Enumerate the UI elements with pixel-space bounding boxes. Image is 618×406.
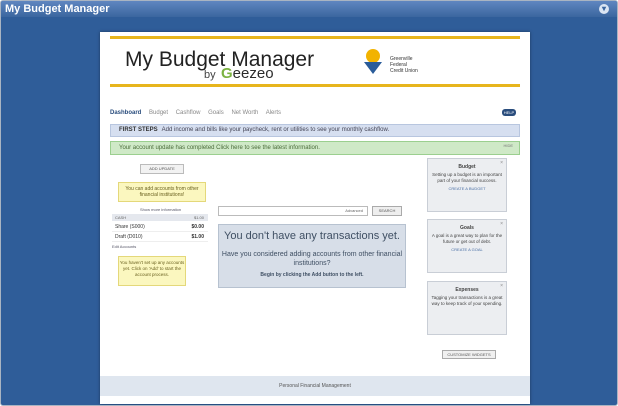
logo-by: by — [204, 69, 216, 81]
account-amount: $1.00 — [191, 234, 204, 240]
first-steps-banner: FIRST STEPS Add income and bills like you… — [110, 124, 520, 137]
header-accent-line — [110, 36, 520, 39]
account-row[interactable]: Share (S000) $0.00 — [112, 222, 208, 232]
window-titlebar: My Budget Manager ▾ — [1, 1, 617, 17]
brand-logo: Geezeo — [221, 65, 274, 82]
hide-banner-link[interactable]: HIDE — [503, 140, 513, 152]
widget-desc: Setting up a budget is an important part… — [432, 172, 502, 183]
update-banner[interactable]: Your account update has completed Click … — [110, 141, 520, 155]
page-header: My Budget Manager by Geezeo Greenville F… — [100, 32, 530, 92]
account-name[interactable]: Draft (D010) — [115, 234, 143, 240]
window-content: My Budget Manager by Geezeo Greenville F… — [5, 17, 613, 404]
credit-union-logo-icon — [364, 49, 382, 74]
widget-title: Expenses — [455, 287, 479, 293]
account-name[interactable]: Share (S000) — [115, 224, 145, 230]
widget-desc: Tagging your transactions is a great way… — [431, 295, 503, 306]
expenses-widget: × Expenses Tagging your transactions is … — [427, 281, 507, 335]
nav-dashboard[interactable]: Dashboard — [110, 110, 141, 116]
goals-widget: × Goals A goal is a great way to plan fo… — [427, 219, 507, 273]
create-goal-link[interactable]: CREATE A GOAL — [428, 247, 506, 252]
empty-hint: Begin by clicking the Add button to the … — [260, 272, 364, 278]
nav-cashflow[interactable]: Cashflow — [176, 110, 201, 116]
create-budget-link[interactable]: CREATE A BUDGET — [428, 186, 506, 191]
transaction-search-input[interactable]: Advanced — [218, 206, 368, 216]
empty-transactions-panel: You don't have any transactions yet. Hav… — [218, 224, 406, 288]
advanced-search-link[interactable]: Advanced — [345, 208, 363, 213]
credit-union-name: Greenville Federal Credit Union — [390, 56, 418, 74]
first-steps-text: Add income and bills like your paycheck,… — [161, 127, 390, 133]
widget-desc: A goal is a great way to plan for the fu… — [431, 233, 503, 244]
account-amount: $0.00 — [191, 224, 204, 230]
update-text[interactable]: Your account update has completed Click … — [119, 145, 320, 151]
edit-accounts-link[interactable]: Edit Accounts — [112, 244, 136, 249]
help-button[interactable]: HELP — [502, 109, 516, 116]
close-icon[interactable]: × — [500, 283, 503, 289]
app-window: My Budget Manager ▾ My Budget Manager by… — [0, 0, 618, 406]
first-steps-label: FIRST STEPS — [119, 127, 158, 133]
main-nav: Dashboard Budget Cashflow Goals Net Wort… — [110, 110, 287, 116]
show-more-link[interactable]: Show more information — [140, 207, 181, 212]
account-row[interactable]: Draft (D010) $1.00 — [112, 232, 208, 242]
nav-net-worth[interactable]: Net Worth — [231, 110, 258, 116]
empty-question: Have you considered adding accounts from… — [221, 251, 403, 267]
budget-widget: × Budget Setting up a budget is an impor… — [427, 158, 507, 212]
app-logo-title: My Budget Manager — [125, 48, 315, 71]
budget-page: My Budget Manager by Geezeo Greenville F… — [100, 32, 530, 404]
empty-title: You don't have any transactions yet. — [224, 230, 400, 242]
nav-goals[interactable]: Goals — [208, 110, 224, 116]
no-accounts-notice: You haven't set up any accounts yet. Cli… — [118, 256, 186, 286]
close-icon[interactable]: × — [500, 221, 503, 227]
page-footer: Personal Financial Management — [100, 376, 530, 396]
nav-alerts[interactable]: Alerts — [266, 110, 281, 116]
customize-widgets-button[interactable]: CUSTOMIZE WIDGETS — [442, 350, 496, 359]
nav-budget[interactable]: Budget — [149, 110, 168, 116]
add-update-buttons[interactable]: ADD UPDATE — [140, 164, 184, 174]
search-button[interactable]: SEARCH — [372, 206, 402, 216]
widget-title: Goals — [460, 225, 474, 231]
window-collapse-icon[interactable]: ▾ — [599, 4, 609, 14]
cash-header: CASH $1.00 — [112, 214, 208, 221]
add-accounts-tip: You can add accounts from other financia… — [118, 182, 206, 202]
close-icon[interactable]: × — [500, 160, 503, 166]
cash-total: $1.00 — [193, 215, 204, 220]
window-title: My Budget Manager — [5, 3, 110, 15]
header-bottom-line — [110, 84, 520, 87]
widget-title: Budget — [458, 164, 476, 170]
